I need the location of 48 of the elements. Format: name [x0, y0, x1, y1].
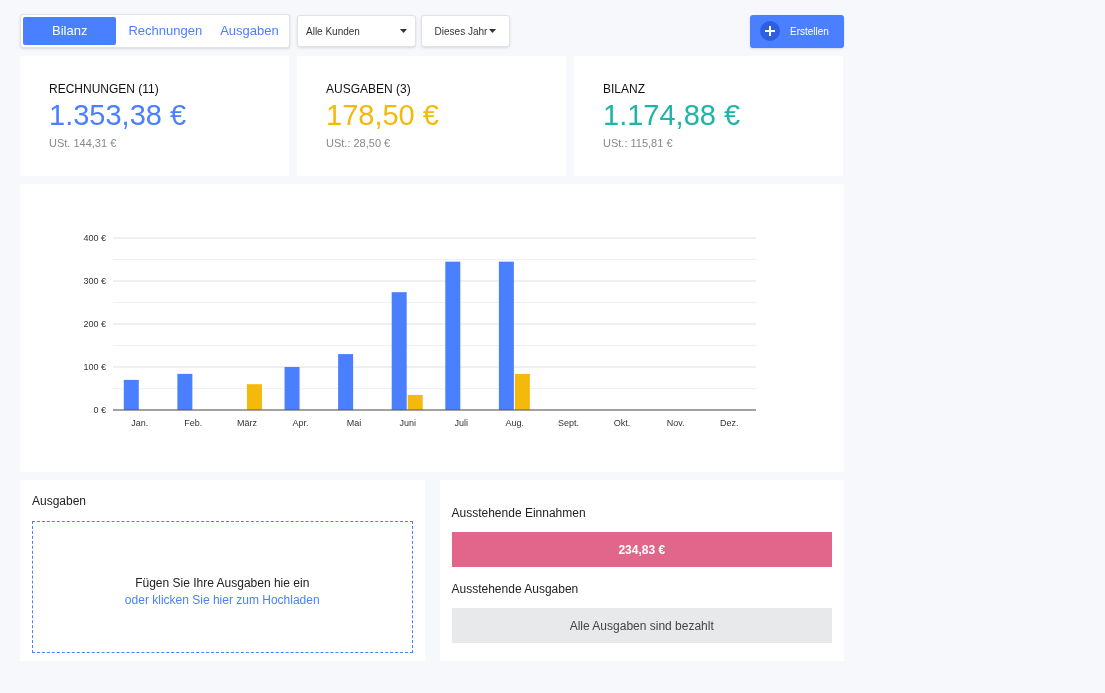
amount: 1.174,88 € [603, 99, 741, 131]
axis-label: 400 € [83, 233, 106, 243]
axis-label: Jan. [131, 418, 149, 428]
card-title: BILANZ [603, 82, 645, 96]
axis-label: März [236, 418, 257, 428]
caret-icon [400, 29, 407, 33]
axis-label: Aug. [505, 418, 525, 428]
create-button[interactable]: Erstellen [750, 14, 844, 48]
card-title: AUSGABEN (3) [326, 82, 411, 96]
axis-label: Mai [346, 418, 362, 428]
tax-amount: USt.: 115,81 € [603, 136, 673, 151]
axis-label: 300 € [83, 276, 106, 286]
axis-label: 200 € [83, 319, 106, 329]
tab[interactable]: Rechnungen [122, 17, 209, 45]
axis-label: Apr. [292, 418, 309, 428]
panel-title: Ausgaben [32, 493, 88, 510]
section-title: Ausstehende Ausgaben [451, 581, 580, 598]
dropdown[interactable]: Dieses Jahr [421, 15, 510, 47]
upload-link[interactable]: oder klicken Sie hier zum Hochladen [124, 592, 320, 609]
axis-label: 100 € [83, 362, 106, 372]
amount-bar: 234,83 € [451, 532, 832, 567]
status-bar: Alle Ausgaben sind bezahlt [451, 608, 832, 643]
axis-label: Okt. [613, 418, 631, 428]
bar [338, 354, 354, 410]
bar [123, 379, 139, 410]
axis-label: Juli [454, 418, 469, 428]
tax-amount: USt.: 28,50 € [326, 136, 391, 151]
tab[interactable]: Ausgaben [214, 17, 285, 45]
axis-label: Feb. [184, 418, 203, 428]
drop-zone[interactable]: Fügen Sie Ihre Ausgaben hie ein oder klicken Sie hier zum Hochladen [32, 521, 413, 653]
dropdown[interactable]: Alle Kunden [297, 15, 416, 47]
axis-label: Sept. [557, 418, 579, 428]
amount: 1.353,38 € [49, 99, 187, 131]
axis-label: Juni [399, 418, 416, 428]
amount: 178,50 € [326, 99, 439, 131]
section-title: Ausstehende Einnahmen [451, 505, 587, 522]
bar [246, 384, 262, 410]
bar [284, 367, 300, 410]
bar [177, 373, 193, 410]
drop-hint: Fügen Sie Ihre Ausgaben hie ein [135, 575, 310, 592]
tab[interactable]: Bilanz [23, 17, 117, 45]
axis-label: 0 € [93, 405, 106, 415]
tax-amount: USt. 144,31 € [49, 136, 117, 151]
axis-label: Dez. [719, 418, 739, 428]
plus-icon [760, 21, 780, 41]
card-title: RECHNUNGEN (11) [49, 82, 159, 96]
axis-label: Nov. [666, 418, 685, 428]
caret-icon [489, 29, 497, 33]
